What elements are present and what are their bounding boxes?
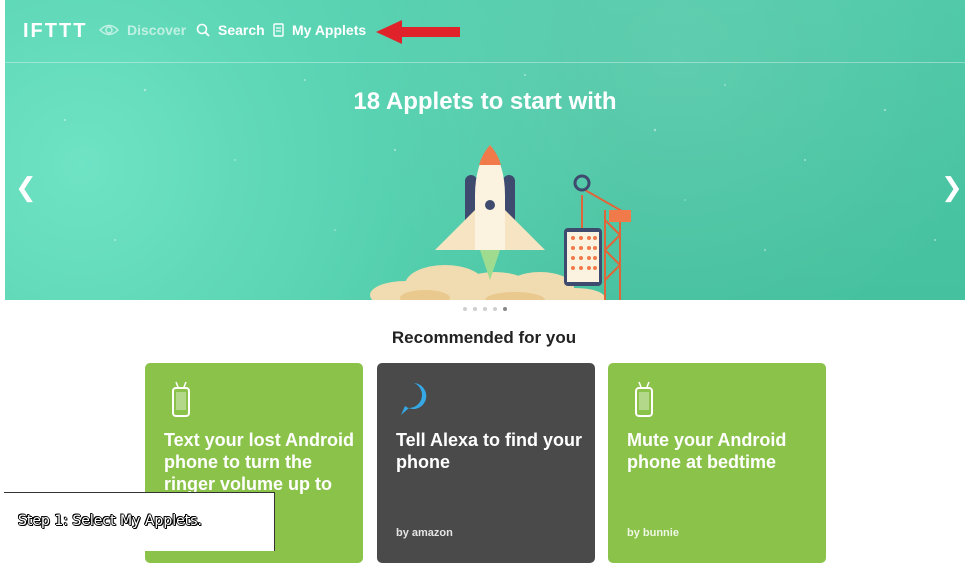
applet-card-author: by bunnie (627, 527, 679, 539)
alexa-icon (401, 383, 427, 415)
hero-banner: IFTTT Discover Search My Applets 18 Appl… (5, 0, 965, 300)
nav-my-applets-label: My Applets (292, 22, 367, 38)
search-icon (196, 23, 210, 37)
applet-card-title: Tell Alexa to find your phone (396, 430, 583, 472)
android-phone-icon (635, 381, 653, 417)
applet-card[interactable]: Mute your Android phone at bedtime by bu… (608, 363, 826, 563)
hero-title: 18 Applets to start with (353, 88, 617, 115)
nav-my-applets[interactable]: My Applets (273, 22, 366, 38)
recommended-heading: Recommended for you (391, 328, 577, 347)
carousel-next-chevron-icon[interactable]: ❯ (941, 172, 963, 203)
rocket-illustration (370, 145, 631, 300)
ifttt-logo[interactable]: IFTTT (23, 20, 87, 43)
carousel-dot[interactable] (463, 307, 467, 311)
carousel-dot[interactable] (493, 307, 497, 311)
applet-card-author: by amazon (396, 527, 453, 539)
carousel-dot[interactable] (483, 307, 487, 311)
step-caption-box: Step 1: Select My Applets. (4, 492, 275, 551)
step-caption-text: Step 1: Select My Applets. (18, 513, 202, 529)
carousel-dot-active[interactable] (503, 307, 507, 311)
eye-icon (99, 24, 119, 36)
applet-card-title: Mute your Android phone at bedtime (627, 430, 787, 472)
android-phone-icon (172, 381, 190, 417)
top-navigation-bar: IFTTT Discover Search My Applets (5, 0, 965, 63)
nav-discover-label: Discover (127, 22, 187, 38)
applet-card[interactable]: Tell Alexa to find your phone by amazon (377, 363, 595, 563)
nav-search[interactable]: Search (196, 22, 265, 38)
carousel-pagination (463, 307, 507, 311)
carousel-dot[interactable] (473, 307, 477, 311)
applets-icon (273, 23, 284, 37)
nav-search-label: Search (218, 22, 265, 38)
carousel-prev-chevron-icon[interactable]: ❮ (15, 172, 37, 203)
nav-discover[interactable]: Discover (99, 22, 186, 38)
annotation-arrow-icon (376, 20, 460, 44)
